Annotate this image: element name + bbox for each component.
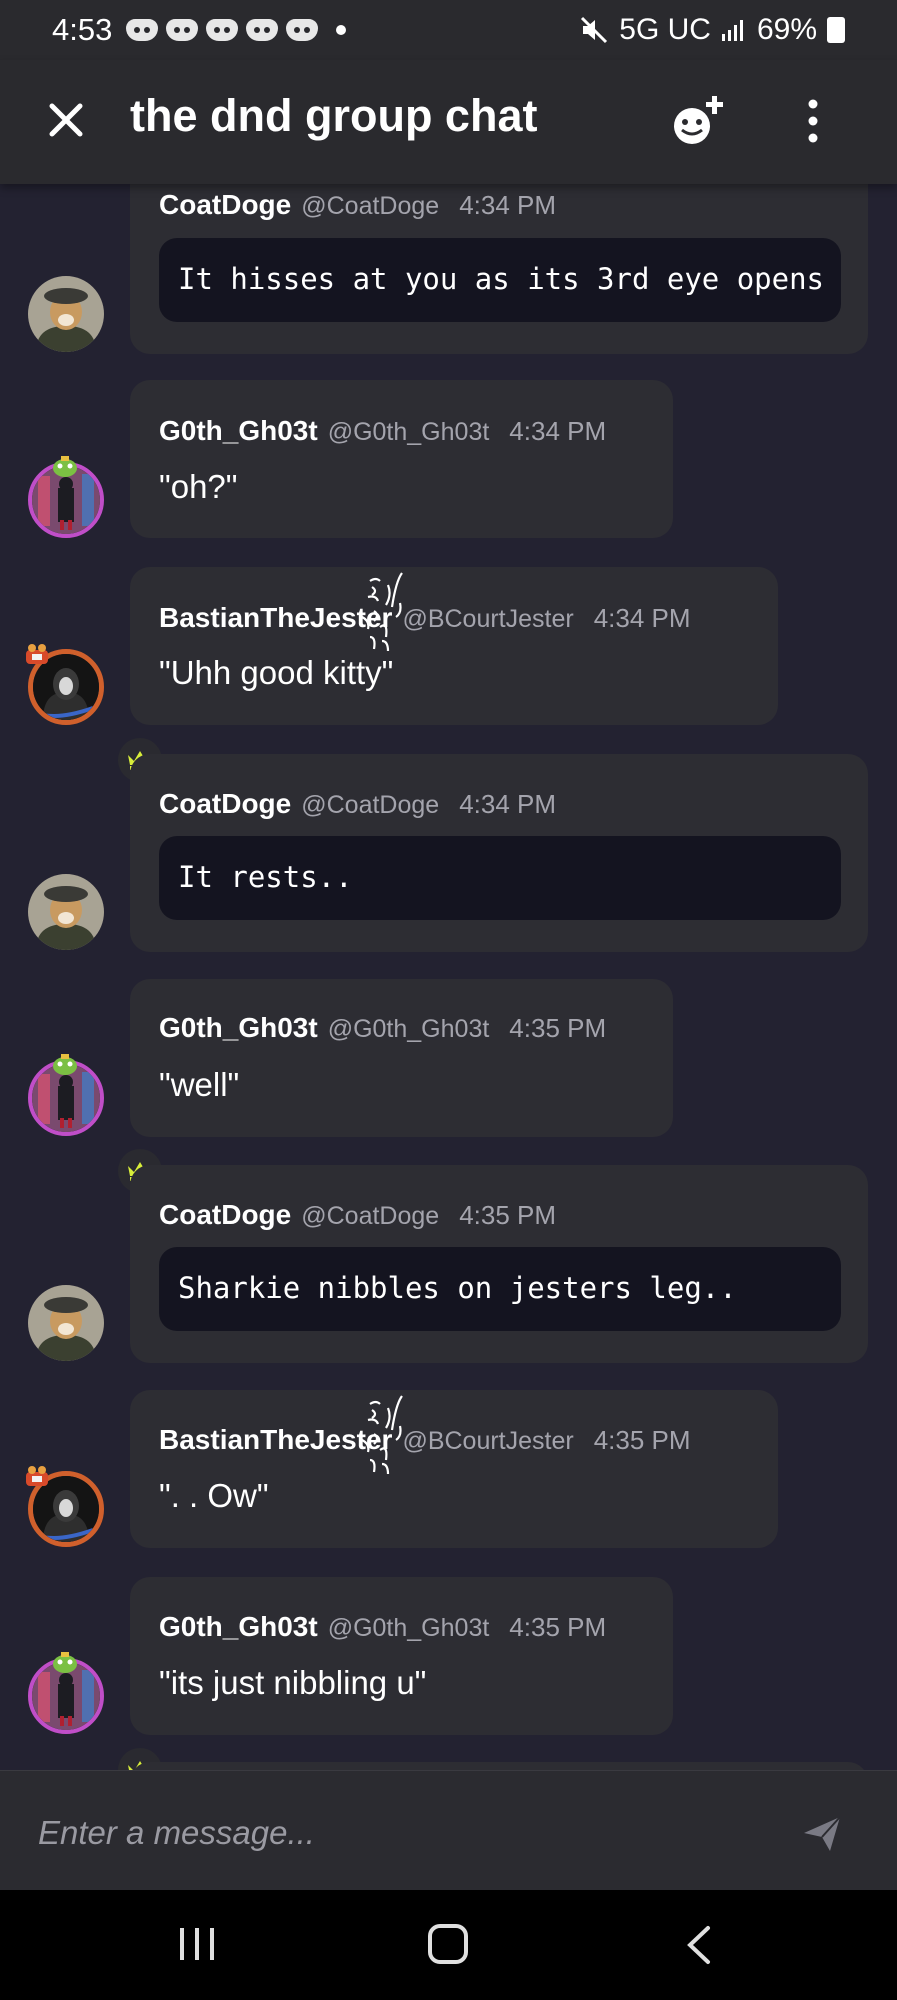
message-bubble[interactable] bbox=[130, 979, 673, 1137]
avatar-decoration-icon bbox=[26, 1466, 48, 1486]
message-time: 4:34 PM bbox=[459, 789, 557, 819]
message-meta: CoatDoge @CoatDoge 4:34 PM bbox=[159, 788, 556, 820]
message-meta: CoatDoge @CoatDoge 4:35 PM bbox=[159, 1199, 556, 1231]
message-text: "well" bbox=[159, 1066, 240, 1103]
zalgo-text-decoration bbox=[361, 1395, 403, 1475]
message-time: 4:35 PM bbox=[509, 1612, 607, 1642]
message-text: ". . Ow" bbox=[159, 1477, 269, 1514]
message-meta: CoatDoge @CoatDoge 4:34 PM bbox=[159, 189, 556, 221]
more-notifications-icon bbox=[336, 25, 347, 35]
mute-icon bbox=[581, 16, 608, 44]
discord-notification-icon bbox=[246, 19, 279, 41]
code-block: Sharkie nibbles on jesters leg.. bbox=[159, 1247, 841, 1331]
message-bubble[interactable] bbox=[130, 380, 673, 538]
message-meta: G0th_Gh03t @G0th_Gh03t 4:35 PM bbox=[159, 1012, 606, 1044]
author-handle: @CoatDoge bbox=[301, 1202, 440, 1230]
code-block: It rests.. bbox=[159, 836, 841, 920]
status-time: 4:53 bbox=[52, 12, 113, 47]
author-handle: @CoatDoge bbox=[301, 192, 440, 220]
message-text: It rests.. bbox=[178, 860, 353, 894]
message-meta: G0th_Gh03t @G0th_Gh03t 4:35 PM bbox=[159, 1611, 606, 1643]
battery-icon bbox=[827, 17, 845, 43]
signal-icon bbox=[721, 20, 743, 41]
code-block: It hisses at you as its 3rd eye opens bbox=[159, 238, 841, 322]
message-time: 4:34 PM bbox=[509, 416, 607, 446]
discord-notification-icon bbox=[286, 19, 319, 41]
message-text: It hisses at you as its 3rd eye opens bbox=[178, 262, 825, 296]
message-bubble[interactable] bbox=[130, 1390, 778, 1548]
message-bubble[interactable] bbox=[130, 1577, 673, 1735]
send-icon[interactable] bbox=[800, 1811, 844, 1855]
message-bubble[interactable] bbox=[130, 1762, 868, 1770]
author-handle: @G0th_Gh03t bbox=[327, 1614, 490, 1642]
author-name[interactable]: CoatDoge bbox=[159, 788, 291, 819]
kebab-menu-icon[interactable] bbox=[798, 96, 828, 146]
message-input[interactable] bbox=[38, 1809, 758, 1857]
system-nav-bar bbox=[0, 1890, 897, 2000]
home-icon[interactable] bbox=[428, 1924, 468, 1964]
zalgo-text-decoration bbox=[361, 572, 403, 652]
page-title: the dnd group chat bbox=[130, 90, 538, 141]
add-emoji-icon[interactable] bbox=[670, 92, 730, 152]
author-handle: @G0th_Gh03t bbox=[327, 418, 490, 446]
message-bubble[interactable] bbox=[130, 567, 778, 725]
message-text: Sharkie nibbles on jesters leg.. bbox=[178, 1271, 737, 1305]
author-name[interactable]: G0th_Gh03t bbox=[159, 415, 318, 446]
avatar[interactable] bbox=[28, 874, 104, 950]
close-icon[interactable] bbox=[44, 98, 88, 142]
author-name[interactable]: G0th_Gh03t bbox=[159, 1611, 318, 1642]
message-text: "oh?" bbox=[159, 468, 238, 505]
message-text: "Uhh good kitty" bbox=[159, 654, 394, 691]
message-time: 4:34 PM bbox=[459, 190, 557, 220]
discord-notification-icon bbox=[166, 19, 199, 41]
back-icon[interactable] bbox=[684, 1924, 714, 1966]
message-composer bbox=[0, 1770, 897, 1890]
author-handle: @G0th_Gh03t bbox=[327, 1015, 490, 1043]
recents-icon[interactable] bbox=[178, 1926, 216, 1962]
discord-notification-icon bbox=[206, 19, 239, 41]
network-label: 5G UC bbox=[619, 13, 711, 46]
author-name[interactable]: CoatDoge bbox=[159, 189, 291, 220]
message-time: 4:34 PM bbox=[593, 603, 691, 633]
avatar-decoration-icon bbox=[53, 1652, 77, 1673]
author-handle: @CoatDoge bbox=[301, 791, 440, 819]
battery-label: 69% bbox=[756, 13, 817, 46]
avatar[interactable] bbox=[28, 1285, 104, 1361]
message-time: 4:35 PM bbox=[593, 1425, 691, 1455]
chat-header: the dnd group chat bbox=[0, 60, 897, 184]
avatar-decoration-icon bbox=[53, 1054, 77, 1075]
discord-notification-icon bbox=[126, 19, 159, 41]
message-time: 4:35 PM bbox=[509, 1013, 607, 1043]
status-bar: 4:53 5G UC 69% bbox=[0, 0, 897, 60]
message-text: "its just nibbling u" bbox=[159, 1664, 427, 1701]
avatar-decoration-icon bbox=[26, 644, 48, 664]
author-name[interactable]: G0th_Gh03t bbox=[159, 1012, 318, 1043]
author-name[interactable]: CoatDoge bbox=[159, 1199, 291, 1230]
avatar[interactable] bbox=[28, 276, 104, 352]
message-time: 4:35 PM bbox=[459, 1200, 557, 1230]
message-meta: G0th_Gh03t @G0th_Gh03t 4:34 PM bbox=[159, 415, 606, 447]
avatar-decoration-icon bbox=[53, 456, 77, 477]
message-list[interactable]: CoatDoge @CoatDoge 4:34 PM It hisses at yo… bbox=[0, 184, 897, 1770]
